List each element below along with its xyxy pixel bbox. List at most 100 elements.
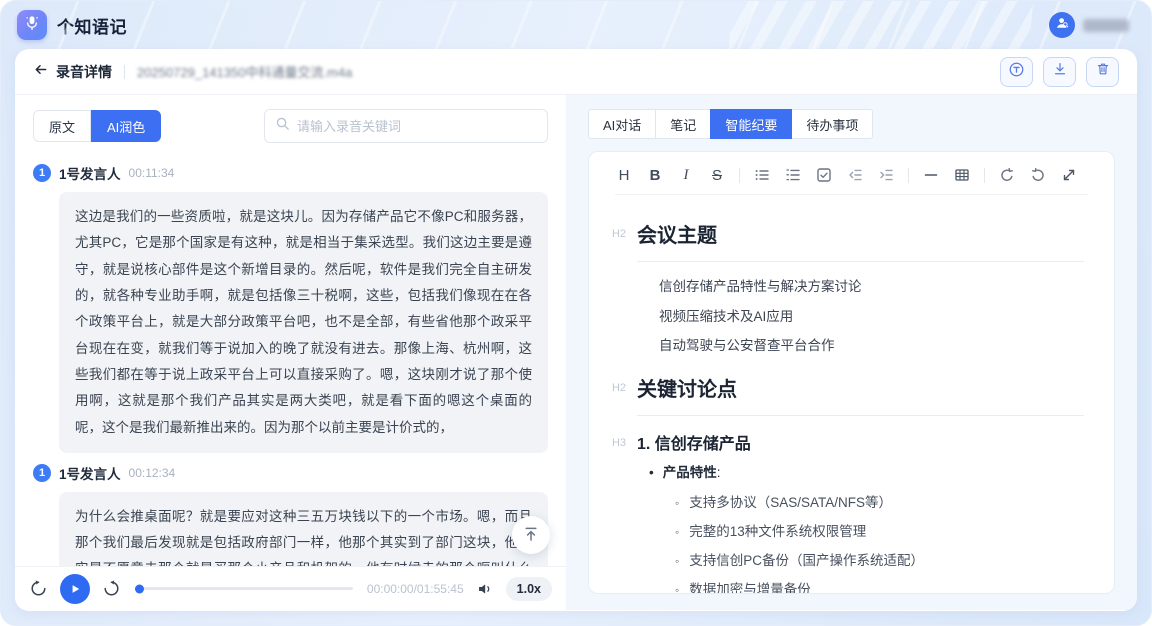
toolbar-separator <box>984 168 985 183</box>
doc-bullet-item: 产品特性:支持多协议（SAS/SATA/NFS等）完整的13种文件系统权限管理支… <box>649 460 1084 593</box>
forward-icon[interactable] <box>102 579 121 598</box>
divider <box>124 65 125 79</box>
app-root: 个知语记 录音详情 20250729_141350中科通量交流.m4a <box>0 0 1152 626</box>
back-button[interactable]: 录音详情 <box>33 62 112 82</box>
horizontal-rule-icon[interactable] <box>922 166 940 184</box>
heading-level-tag: H3 <box>601 428 637 449</box>
speaker-badge: 1 <box>33 164 51 182</box>
doc-heading: 1. 信创存储产品 <box>637 428 1084 454</box>
transcript-message: 1 1号发言人 00:12:34 为什么会推桌面呢？就是要应对这种三五万块钱以下的一个… <box>33 463 548 566</box>
italic-icon[interactable]: I <box>677 166 695 184</box>
transcript-text: 这边是我们的一些资质啦，就是这块儿。因为存储产品它不像PC和服务器，尤其PC，它… <box>59 192 548 453</box>
user-avatar[interactable] <box>1049 12 1075 38</box>
scroll-to-top-icon <box>522 525 540 546</box>
doc-line: 自动驾驶与公安督查平台合作 <box>659 331 1084 361</box>
mode-toggle: 原文AI润色 <box>33 110 161 142</box>
heading-icon[interactable]: H <box>615 166 633 184</box>
outdent-icon[interactable] <box>846 166 864 184</box>
tab-待办事项[interactable]: 待办事项 <box>791 109 873 139</box>
recording-file-name: 20250729_141350中科通量交流.m4a <box>137 62 352 81</box>
trash-icon <box>1095 61 1111 82</box>
bold-icon[interactable]: B <box>646 166 664 184</box>
progress-slider[interactable] <box>135 587 353 590</box>
toolbar-separator <box>908 168 909 183</box>
app-title: 个知语记 <box>57 13 127 38</box>
user-name-redacted <box>1083 19 1129 32</box>
tab-智能纪要[interactable]: 智能纪要 <box>710 109 792 139</box>
page-title: 录音详情 <box>56 62 112 82</box>
playback-speed-button[interactable]: 1.0x <box>506 577 552 601</box>
doc-line: 信创存储产品特性与解决方案讨论 <box>659 272 1084 302</box>
search-input[interactable] <box>297 119 537 134</box>
fullscreen-icon[interactable] <box>1060 166 1078 184</box>
doc-heading-row: H2关键讨论点 <box>601 373 1084 416</box>
speaker-header: 1 1号发言人 00:11:34 <box>33 163 548 183</box>
heading-level-tag: H2 <box>601 219 637 240</box>
right-tabs: AI对话笔记智能纪要待办事项 <box>588 109 1115 139</box>
tab-笔记[interactable]: 笔记 <box>655 109 711 139</box>
transcript-list: 1 1号发言人 00:11:34 这边是我们的一些资质啦，就是这块儿。因为存储产品它不… <box>15 153 566 566</box>
microphone-icon <box>23 14 41 37</box>
doc-heading-row: H2会议主题 <box>601 219 1084 262</box>
app-header: 个知语记 <box>1 1 1151 49</box>
transcript-panel: 原文AI润色 1 1号发言人 00:11:34 这边是我们的一些资质啦，就是这块儿。因… <box>15 95 566 610</box>
mode-tab-0[interactable]: 原文 <box>33 110 91 142</box>
bullet-list-icon[interactable] <box>753 166 771 184</box>
volume-icon[interactable] <box>476 580 494 598</box>
main-card: 录音详情 20250729_141350中科通量交流.m4a <box>15 49 1137 611</box>
delete-button[interactable] <box>1086 57 1119 87</box>
audio-player: 00:00:00/01:55:45 1.0x <box>15 566 566 610</box>
heading-level-tag: H2 <box>601 373 637 394</box>
doc-heading: 关键讨论点 <box>637 373 1084 416</box>
search-box[interactable] <box>264 109 548 143</box>
summary-card: HBIS H2会议主题信创存储产品特性与解决方案讨论视频压缩技术及AI应用自动驾… <box>588 151 1115 594</box>
checklist-icon[interactable] <box>815 166 833 184</box>
play-button[interactable] <box>60 574 90 604</box>
doc-line-group: 信创存储产品特性与解决方案讨论视频压缩技术及AI应用自动驾驶与公安督查平台合作 <box>659 272 1084 361</box>
table-icon[interactable] <box>953 166 971 184</box>
transcribe-tool-button[interactable] <box>1000 57 1033 87</box>
tab-AI对话[interactable]: AI对话 <box>588 109 656 139</box>
doc-bullet-list: 产品特性:支持多协议（SAS/SATA/NFS等）完整的13种文件系统权限管理支… <box>649 460 1084 593</box>
recording-detail-bar: 录音详情 20250729_141350中科通量交流.m4a <box>15 49 1137 95</box>
download-icon <box>1052 61 1068 82</box>
speaker-timestamp[interactable]: 00:11:34 <box>129 166 175 180</box>
app-logo <box>17 10 47 40</box>
user-icon <box>1054 15 1070 36</box>
text-circle-icon <box>1008 61 1025 83</box>
doc-heading: 会议主题 <box>637 219 1084 262</box>
indent-icon[interactable] <box>877 166 895 184</box>
download-button[interactable] <box>1043 57 1076 87</box>
doc-sub-item: 支持多协议（SAS/SATA/NFS等） <box>675 488 1084 517</box>
speaker-name: 1号发言人 <box>59 463 121 483</box>
speaker-name: 1号发言人 <box>59 163 121 183</box>
doc-line: 视频压缩技术及AI应用 <box>659 302 1084 332</box>
undo-icon[interactable] <box>998 166 1016 184</box>
progress-knob[interactable] <box>135 584 144 593</box>
speaker-timestamp[interactable]: 00:12:34 <box>129 466 176 480</box>
mode-tab-1[interactable]: AI润色 <box>91 110 161 142</box>
toolbar-separator <box>739 168 740 183</box>
summary-document[interactable]: H2会议主题信创存储产品特性与解决方案讨论视频压缩技术及AI应用自动驾驶与公安督… <box>589 195 1114 593</box>
transcript-text: 为什么会推桌面呢？就是要应对这种三五万块钱以下的一个市场。嗯，而且那个我们最后发… <box>59 492 548 566</box>
speaker-badge: 1 <box>33 464 51 482</box>
ordered-list-icon[interactable] <box>784 166 802 184</box>
doc-heading-row: H31. 信创存储产品 <box>601 428 1084 454</box>
replay-icon[interactable] <box>29 579 48 598</box>
back-arrow-icon <box>33 62 48 82</box>
time-display: 00:00:00/01:55:45 <box>367 582 464 596</box>
scroll-to-top-button[interactable] <box>512 516 550 554</box>
speaker-header: 1 1号发言人 00:12:34 <box>33 463 548 483</box>
header-decoration <box>728 0 1034 55</box>
bullet-label: 产品特性 <box>663 465 717 480</box>
editor-toolbar: HBIS <box>615 166 1088 195</box>
doc-sub-list: 支持多协议（SAS/SATA/NFS等）完整的13种文件系统权限管理支持信创PC… <box>675 488 1084 593</box>
summary-panel: AI对话笔记智能纪要待办事项 HBIS H2会议主题信创存储产品特性与解决方案讨… <box>566 95 1137 610</box>
transcript-message: 1 1号发言人 00:11:34 这边是我们的一些资质啦，就是这块儿。因为存储产品它不… <box>33 163 548 453</box>
search-icon <box>275 116 290 136</box>
doc-sub-item: 数据加密与增量备份 <box>675 575 1084 593</box>
doc-sub-item: 完整的13种文件系统权限管理 <box>675 517 1084 546</box>
strikethrough-icon[interactable]: S <box>708 166 726 184</box>
doc-sub-item: 支持信创PC备份（国产操作系统适配） <box>675 546 1084 575</box>
redo-icon[interactable] <box>1029 166 1047 184</box>
